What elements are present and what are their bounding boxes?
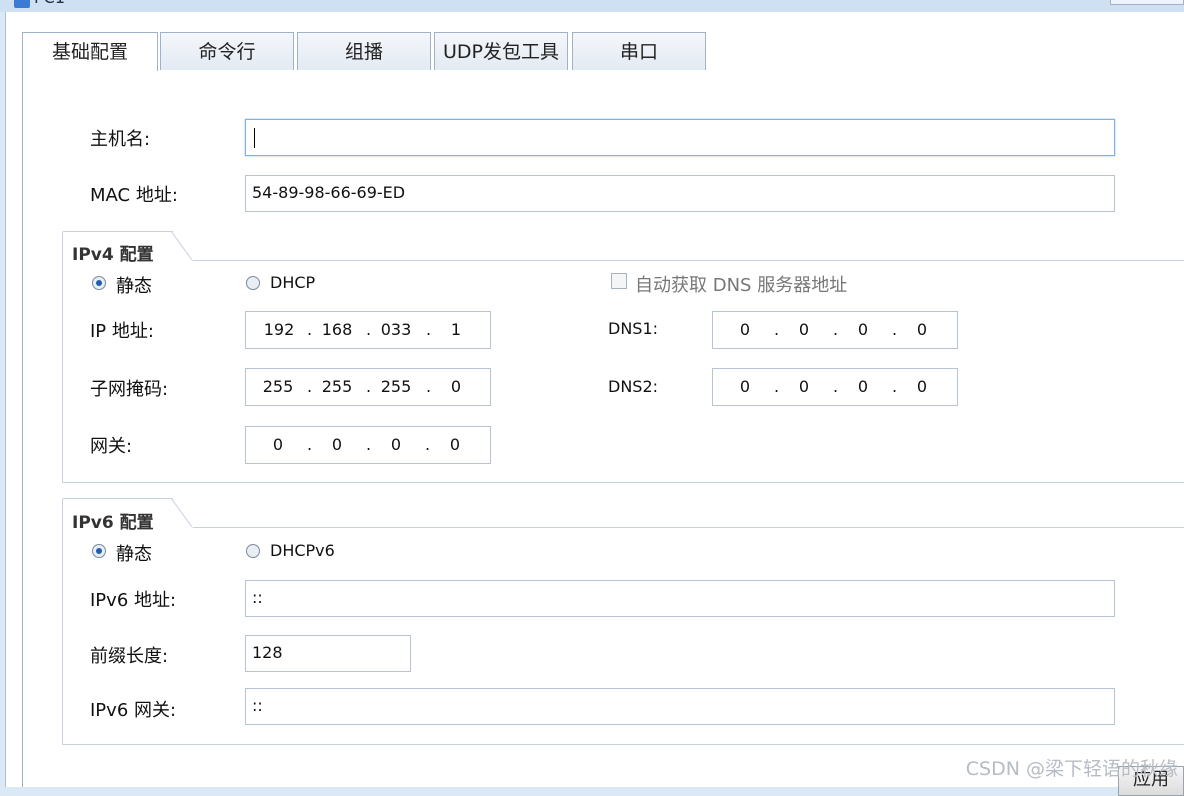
tab-basic-config[interactable]: 基础配置 [22,32,158,72]
ipv4-dhcp-radio[interactable] [246,276,260,290]
ipv6-address-field[interactable]: :: [245,580,1115,617]
mask-octet-2[interactable]: 255 [317,377,357,396]
ip-octet-2[interactable]: 168 [317,320,357,339]
prefix-length-label: 前缀长度: [90,646,169,667]
watermark: CSDN @梁下轻语的秋缘 [965,758,1178,780]
ip-dot: . [307,377,313,396]
dns1-field[interactable]: 0 . 0 . 0 . 0 [712,311,958,349]
hostname-input[interactable] [245,119,1115,156]
pc-icon [14,0,30,8]
tab-command-line[interactable]: 命令行 [160,32,294,70]
gateway-label: 网关: [90,436,133,457]
tab-udp-tool[interactable]: UDP发包工具 [434,32,568,70]
gateway-octet-3[interactable]: 0 [376,435,416,454]
ipv6-static-radio[interactable] [92,544,106,558]
hostname-label: 主机名: [90,129,151,150]
ipv6-group-title: IPv6 配置 [72,513,154,533]
dns2-octet-2[interactable]: 0 [784,377,824,396]
gateway-octet-2[interactable]: 0 [317,435,357,454]
dns2-octet-1[interactable]: 0 [725,377,765,396]
dns1-octet-3[interactable]: 0 [843,320,883,339]
tab-multicast[interactable]: 组播 [297,32,431,70]
ip-dot: . [366,435,372,454]
mask-octet-3[interactable]: 255 [376,377,416,396]
gateway-field[interactable]: 0 . 0 . 0 . 0 [245,426,491,464]
ip-address-label: IP 地址: [90,321,154,342]
tab-serial[interactable]: 串口 [572,32,706,70]
ip-dot: . [892,377,898,396]
ip-dot: . [774,377,780,396]
dns2-label: DNS2: [608,377,659,396]
text-caret [254,127,255,148]
gateway-octet-1[interactable]: 0 [258,435,298,454]
dns1-octet-2[interactable]: 0 [784,320,824,339]
ipv6-dhcpv6-label: DHCPv6 [270,541,335,560]
ip-dot: . [426,320,432,339]
ipv4-group-title: IPv4 配置 [72,245,154,265]
ipv4-dhcp-label: DHCP [270,273,316,292]
dns1-octet-1[interactable]: 0 [725,320,765,339]
ip-dot: . [426,377,432,396]
ip-octet-1[interactable]: 192 [259,320,299,339]
auto-dns-checkbox[interactable] [611,273,627,289]
ip-octet-4[interactable]: 1 [436,320,476,339]
ip-address-field[interactable]: 192 . 168 . 033 . 1 [245,311,491,349]
window-controls[interactable] [1110,0,1184,5]
subnet-mask-label: 子网掩码: [90,379,169,400]
ipv6-address-label: IPv6 地址: [90,590,177,611]
ipv6-static-label: 静态 [116,544,152,565]
title-bar: PC1 [0,0,1184,12]
window-title: PC1 [34,0,65,8]
dns1-label: DNS1: [608,319,659,338]
ipv4-static-label: 静态 [116,276,152,297]
auto-dns-label: 自动获取 DNS 服务器地址 [635,275,848,296]
ip-dot: . [833,320,839,339]
ip-octet-3[interactable]: 033 [376,320,416,339]
ip-dot: . [366,377,372,396]
dns2-octet-4[interactable]: 0 [902,377,942,396]
ipv6-tab-slant [171,498,193,528]
prefix-length-field[interactable]: 128 [245,635,411,672]
ip-dot: . [892,320,898,339]
ipv6-gateway-field[interactable]: :: [245,688,1115,725]
mask-octet-4[interactable]: 0 [436,377,476,396]
ipv6-dhcpv6-radio[interactable] [246,544,260,558]
ipv4-tab-slant [171,231,193,261]
ipv6-gateway-label: IPv6 网关: [90,700,177,721]
dns1-octet-4[interactable]: 0 [902,320,942,339]
ipv4-group [62,260,1184,483]
mac-label: MAC 地址: [90,185,178,206]
gateway-octet-4[interactable]: 0 [435,435,475,454]
ip-dot: . [307,320,313,339]
ip-dot: . [307,435,313,454]
ipv4-static-radio[interactable] [92,276,106,290]
ip-dot: . [774,320,780,339]
ip-dot: . [833,377,839,396]
ip-dot: . [366,320,372,339]
ip-dot: . [425,435,431,454]
subnet-mask-field[interactable]: 255 . 255 . 255 . 0 [245,368,491,406]
mask-octet-1[interactable]: 255 [258,377,298,396]
dns2-octet-3[interactable]: 0 [843,377,883,396]
mac-address-field[interactable]: 54-89-98-66-69-ED [245,175,1115,212]
dns2-field[interactable]: 0 . 0 . 0 . 0 [712,368,958,406]
